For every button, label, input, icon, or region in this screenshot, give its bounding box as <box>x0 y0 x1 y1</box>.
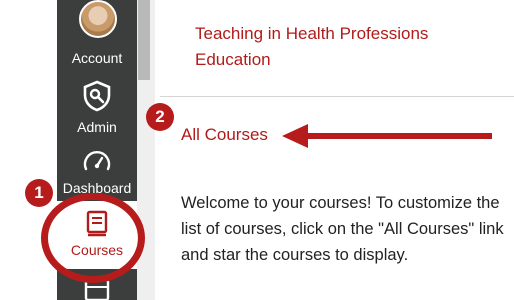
step-2-badge: 2 <box>146 103 174 131</box>
gauge-icon[interactable] <box>82 148 112 172</box>
step-1-badge: 1 <box>25 179 53 207</box>
nav-admin-label[interactable]: Admin <box>57 119 137 135</box>
left-arrow-icon <box>282 124 492 148</box>
course-title-link[interactable]: Teaching in Health Professions Education <box>195 21 495 73</box>
nav-scrollbar[interactable] <box>138 0 150 80</box>
courses-highlight-ring <box>41 193 145 283</box>
all-courses-link[interactable]: All Courses <box>181 124 268 146</box>
shield-icon[interactable] <box>82 80 112 112</box>
nav-account-label[interactable]: Account <box>57 50 137 66</box>
section-divider <box>160 96 514 97</box>
avatar[interactable] <box>79 0 117 38</box>
welcome-text: Welcome to your courses! To customize th… <box>181 194 504 264</box>
